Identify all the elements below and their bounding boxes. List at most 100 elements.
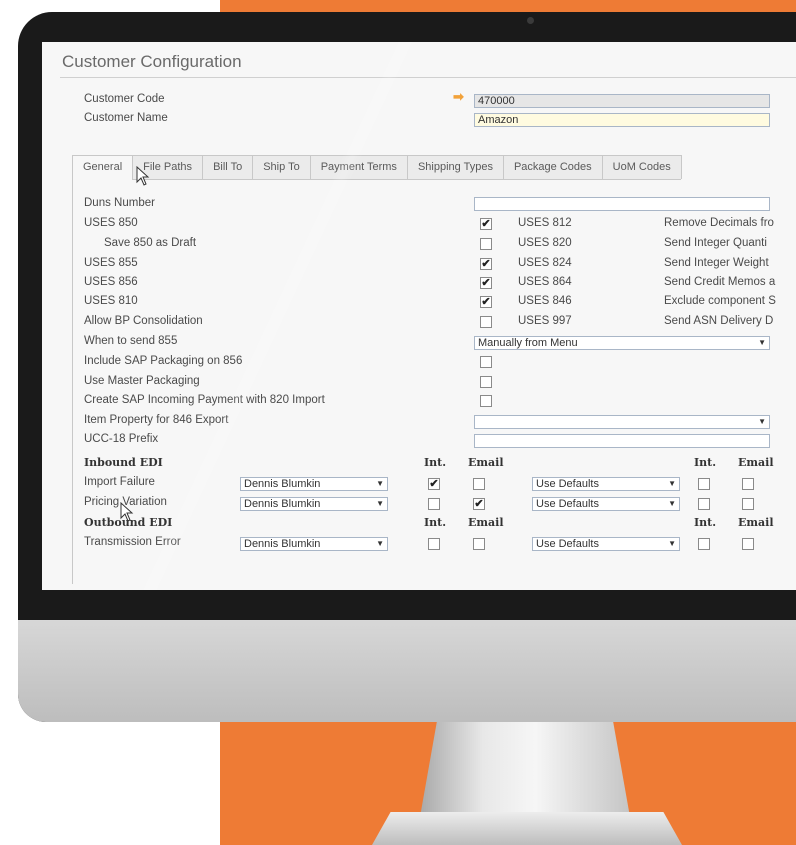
import-failure-defaults-value: Use Defaults — [536, 478, 599, 490]
monitor-stand — [420, 722, 630, 817]
tab-package-codes[interactable]: Package Codes — [502, 155, 603, 179]
chevron-down-icon: ▼ — [376, 499, 384, 508]
import-failure-user-dropdown[interactable]: Dennis Blumkin ▼ — [240, 477, 388, 491]
uses-812-desc: Remove Decimals fro — [664, 217, 774, 229]
transmission-error-email-checkbox[interactable] — [473, 538, 485, 550]
uses-864-checkbox[interactable]: ✔ — [480, 277, 492, 289]
pricing-variation-user-dropdown[interactable]: Dennis Blumkin ▼ — [240, 497, 388, 511]
pricing-variation-user-value: Dennis Blumkin — [244, 498, 321, 510]
ucc-18-prefix-input[interactable] — [474, 434, 770, 448]
customer-code-field[interactable]: 470000 — [474, 94, 770, 108]
ucc-18-prefix-label: UCC-18 Prefix — [84, 433, 159, 445]
uses-864-label: USES 864 — [518, 276, 572, 288]
chevron-down-icon: ▼ — [668, 539, 676, 548]
allow-bp-consolidation-label: Allow BP Consolidation — [84, 315, 203, 327]
pricing-variation-email-checkbox[interactable]: ✔ — [473, 498, 485, 510]
uses-824-desc: Send Integer Weight — [664, 257, 769, 269]
uses-846-desc: Exclude component S — [664, 295, 776, 307]
tab-uom-codes[interactable]: UoM Codes — [601, 155, 682, 179]
link-arrow-icon[interactable]: ➡ — [453, 89, 464, 105]
pricing-variation-defaults-dropdown[interactable]: Use Defaults ▼ — [532, 497, 680, 511]
int-header-2: Int. — [694, 456, 717, 469]
create-sap-payment-label: Create SAP Incoming Payment with 820 Imp… — [84, 394, 325, 406]
uses-820-desc: Send Integer Quanti — [664, 237, 767, 249]
chevron-down-icon: ▼ — [668, 479, 676, 488]
item-property-846-label: Item Property for 846 Export — [84, 414, 229, 426]
transmission-error-user-dropdown[interactable]: Dennis Blumkin ▼ — [240, 537, 388, 551]
chevron-down-icon: ▼ — [758, 338, 766, 347]
title-divider — [60, 77, 796, 78]
import-failure-email2-checkbox[interactable] — [742, 478, 754, 490]
import-failure-int2-checkbox[interactable] — [698, 478, 710, 490]
uses-864-desc: Send Credit Memos a — [664, 276, 776, 288]
transmission-error-int-checkbox[interactable] — [428, 538, 440, 550]
chevron-down-icon: ▼ — [376, 539, 384, 548]
email-header-4: Email — [738, 516, 774, 529]
uses-820-checkbox[interactable] — [480, 238, 492, 250]
tab-bar: General File Paths Bill To Ship To Payme… — [72, 155, 682, 180]
use-master-packaging-checkbox[interactable] — [480, 376, 492, 388]
uses-812-checkbox[interactable]: ✔ — [480, 218, 492, 230]
create-sap-payment-checkbox[interactable] — [480, 395, 492, 407]
customer-name-field[interactable]: Amazon — [474, 113, 770, 127]
import-failure-user-value: Dennis Blumkin — [244, 478, 321, 490]
uses-810-label: USES 810 — [84, 295, 138, 307]
int-header-4: Int. — [694, 516, 717, 529]
tab-ship-to[interactable]: Ship To — [252, 155, 311, 179]
uses-820-label: USES 820 — [518, 237, 572, 249]
duns-number-label: Duns Number — [84, 197, 155, 209]
import-failure-defaults-dropdown[interactable]: Use Defaults ▼ — [532, 477, 680, 491]
when-to-send-855-dropdown[interactable]: Manually from Menu ▼ — [474, 336, 770, 350]
when-to-send-855-value: Manually from Menu — [478, 337, 578, 349]
camera-icon — [527, 17, 534, 24]
duns-number-input[interactable] — [474, 197, 770, 211]
include-sap-packaging-label: Include SAP Packaging on 856 — [84, 355, 243, 367]
uses-812-label: USES 812 — [518, 217, 572, 229]
pricing-variation-defaults-value: Use Defaults — [536, 498, 599, 510]
when-to-send-855-label: When to send 855 — [84, 335, 178, 347]
int-header-3: Int. — [424, 516, 447, 529]
use-master-packaging-label: Use Master Packaging — [84, 375, 200, 387]
tab-shipping-types[interactable]: Shipping Types — [406, 155, 504, 179]
import-failure-label: Import Failure — [84, 476, 155, 488]
screen: Customer Configuration Customer Code Cus… — [42, 42, 796, 590]
tab-bill-to[interactable]: Bill To — [202, 155, 254, 179]
uses-997-label: USES 997 — [518, 315, 572, 327]
item-property-846-dropdown[interactable]: ▼ — [474, 415, 770, 429]
transmission-error-email2-checkbox[interactable] — [742, 538, 754, 550]
uses-997-checkbox[interactable] — [480, 316, 492, 328]
pricing-variation-int-checkbox[interactable] — [428, 498, 440, 510]
window-title: Customer Configuration — [62, 52, 242, 71]
inbound-edi-header: Inbound EDI — [84, 456, 163, 469]
save-850-draft-label: Save 850 as Draft — [104, 237, 197, 249]
tab-payment-terms[interactable]: Payment Terms — [309, 155, 408, 179]
int-header-1: Int. — [424, 456, 447, 469]
uses-997-desc: Send ASN Delivery D — [664, 315, 774, 327]
uses-855-label: USES 855 — [84, 257, 138, 269]
pricing-variation-email2-checkbox[interactable] — [742, 498, 754, 510]
email-header-1: Email — [468, 456, 504, 469]
tab-general[interactable]: General — [72, 155, 134, 180]
import-failure-email-checkbox[interactable] — [473, 478, 485, 490]
email-header-3: Email — [468, 516, 504, 529]
transmission-error-defaults-value: Use Defaults — [536, 538, 599, 550]
monitor-chin — [18, 620, 796, 722]
customer-name-label: Customer Name — [84, 112, 168, 124]
chevron-down-icon: ▼ — [758, 417, 766, 426]
transmission-error-user-value: Dennis Blumkin — [244, 538, 321, 550]
uses-846-label: USES 846 — [518, 295, 572, 307]
uses-856-label: USES 856 — [84, 276, 138, 288]
transmission-error-defaults-dropdown[interactable]: Use Defaults ▼ — [532, 537, 680, 551]
pricing-variation-int2-checkbox[interactable] — [698, 498, 710, 510]
uses-846-checkbox[interactable]: ✔ — [480, 296, 492, 308]
email-header-2: Email — [738, 456, 774, 469]
chevron-down-icon: ▼ — [376, 479, 384, 488]
transmission-error-label: Transmission Error — [84, 536, 181, 548]
transmission-error-int2-checkbox[interactable] — [698, 538, 710, 550]
import-failure-int-checkbox[interactable]: ✔ — [428, 478, 440, 490]
uses-824-checkbox[interactable]: ✔ — [480, 258, 492, 270]
include-sap-packaging-checkbox[interactable] — [480, 356, 492, 368]
chevron-down-icon: ▼ — [668, 499, 676, 508]
uses-824-label: USES 824 — [518, 257, 572, 269]
uses-850-label: USES 850 — [84, 217, 138, 229]
